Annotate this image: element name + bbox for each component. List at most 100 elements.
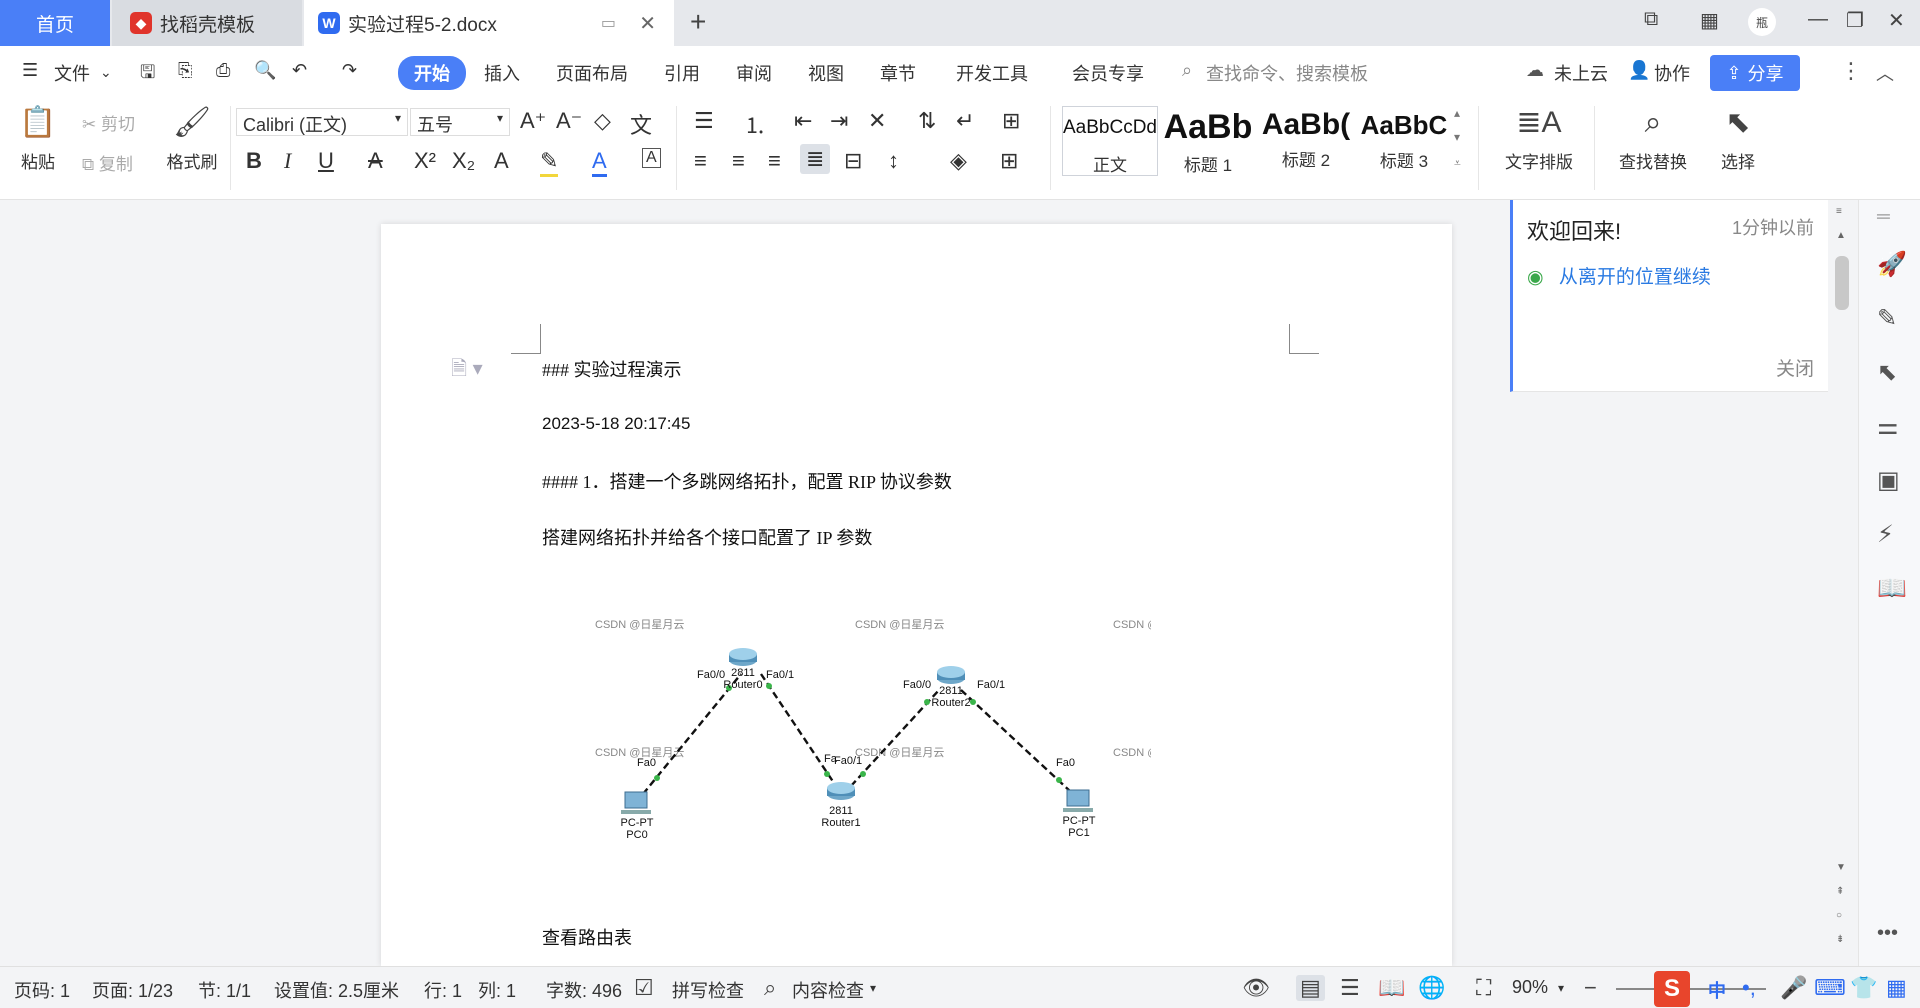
more-icon[interactable]: ••• bbox=[1877, 922, 1898, 945]
tab-insert[interactable]: 插入 bbox=[484, 60, 520, 86]
increase-indent-icon[interactable]: ⇥ bbox=[830, 108, 848, 134]
format-painter-button[interactable]: 🖌 格式刷 bbox=[160, 106, 224, 173]
style-heading-2[interactable]: AaBb( 标题 2 bbox=[1258, 106, 1354, 176]
close-tab-icon[interactable]: ✕ bbox=[639, 11, 656, 36]
select-button[interactable]: ⬉ 选择 bbox=[1708, 106, 1768, 173]
pen-icon[interactable]: ✎ bbox=[1877, 304, 1897, 333]
pointer-icon[interactable]: ⬉ bbox=[1877, 358, 1897, 387]
collab-button[interactable]: 协作 bbox=[1654, 60, 1690, 86]
style-expand-icon[interactable]: ⩡ bbox=[1454, 156, 1461, 171]
strikethrough-icon[interactable]: A bbox=[368, 148, 383, 174]
minimize-icon[interactable]: — bbox=[1808, 8, 1828, 31]
tab-templates[interactable]: ◆ 找稻壳模板 bbox=[112, 0, 302, 46]
status-word-count[interactable]: 字数: 496 bbox=[546, 977, 622, 1003]
hamburger-icon[interactable]: ☰ bbox=[22, 60, 38, 81]
underline-icon[interactable]: U bbox=[318, 148, 334, 174]
grid-apps-icon[interactable]: ▦ bbox=[1700, 8, 1719, 33]
doc-date[interactable]: 2023-5-18 20:17:45 bbox=[542, 414, 690, 434]
scroll-up-icon[interactable]: ▲ bbox=[1836, 230, 1846, 241]
tab-developer[interactable]: 开发工具 bbox=[956, 60, 1028, 86]
show-marks-icon[interactable]: ↵ bbox=[956, 108, 974, 134]
sort-icon[interactable]: ⇅ bbox=[918, 108, 936, 134]
zoom-out-icon[interactable]: − bbox=[1584, 975, 1597, 1001]
superscript-icon[interactable]: X² bbox=[414, 148, 436, 174]
style-heading-3[interactable]: AaBbC 标题 3 bbox=[1356, 106, 1452, 176]
rocket-icon[interactable]: 🚀 bbox=[1877, 250, 1907, 279]
scrollbar-thumb[interactable] bbox=[1835, 256, 1849, 310]
style-normal[interactable]: AaBbCcDd 正文 bbox=[1062, 106, 1158, 176]
doc-paragraph[interactable]: 查看路由表 bbox=[542, 924, 632, 950]
next-page-icon[interactable]: ⇟ bbox=[1836, 934, 1844, 945]
doc-paragraph[interactable]: 搭建网络拓扑并给各个接口配置了 IP 参数 bbox=[542, 524, 872, 550]
share-button[interactable]: ⇪ 分享 bbox=[1710, 55, 1800, 91]
ime-punct-icon[interactable]: •, bbox=[1742, 975, 1756, 1001]
line-spacing-icon[interactable]: ↕ bbox=[888, 148, 899, 174]
highlight-icon[interactable]: ✎ bbox=[540, 148, 559, 177]
eye-protect-icon[interactable]: 👁 bbox=[1242, 975, 1270, 1001]
text-effect-icon[interactable]: A bbox=[494, 148, 509, 174]
scroll-down-icon[interactable]: ▼ bbox=[1836, 862, 1846, 873]
bold-icon[interactable]: B bbox=[246, 148, 262, 174]
tab-document[interactable]: W 实验过程5-2.docx ▭ ✕ bbox=[304, 0, 674, 46]
more-options-icon[interactable]: ⋮ bbox=[1840, 58, 1862, 84]
doc-heading[interactable]: ### 实验过程演示 bbox=[542, 356, 682, 382]
tab-view[interactable]: 视图 bbox=[808, 60, 844, 86]
chevron-down-icon[interactable]: ▾ bbox=[1558, 981, 1564, 995]
ime-skin-icon[interactable]: 👕 bbox=[1850, 975, 1877, 1001]
export-pdf-icon[interactable]: ⎘ bbox=[178, 60, 192, 81]
clear-format-icon[interactable]: ◇ bbox=[594, 108, 611, 134]
align-left-icon[interactable]: ≡ bbox=[694, 148, 707, 174]
status-page[interactable]: 页面: 1/23 bbox=[92, 977, 173, 1003]
close-window-icon[interactable]: ✕ bbox=[1888, 8, 1905, 33]
restore-icon[interactable]: ❐ bbox=[1846, 8, 1864, 33]
lightning-icon[interactable]: ⚡ bbox=[1877, 520, 1894, 549]
vertical-scrollbar[interactable]: ≡ ▲ ▼ ⇞ ○ ⇟ bbox=[1832, 200, 1852, 966]
shrink-font-icon[interactable]: A⁻ bbox=[556, 108, 582, 134]
ime-keyboard-icon[interactable]: ⌨ bbox=[1814, 975, 1846, 1001]
char-border-icon[interactable]: A bbox=[642, 148, 661, 168]
tab-review[interactable]: 审阅 bbox=[736, 60, 772, 86]
tab-member[interactable]: 会员专享 bbox=[1072, 60, 1144, 86]
print-icon[interactable]: ⎙ bbox=[216, 60, 230, 81]
style-scroll-down-icon[interactable]: ▾ bbox=[1454, 130, 1460, 144]
numbered-list-icon[interactable]: ⒈ bbox=[744, 108, 766, 140]
ime-language[interactable]: 中 bbox=[1708, 977, 1726, 1003]
select-browse-icon[interactable]: ○ bbox=[1836, 910, 1842, 921]
tab-chapter[interactable]: 章节 bbox=[880, 60, 916, 86]
close-button[interactable]: 关闭 bbox=[1776, 354, 1814, 381]
cut-button[interactable]: ✂ 剪切 bbox=[82, 110, 135, 135]
spell-check-button[interactable]: 拼写检查 bbox=[672, 977, 744, 1003]
document-page[interactable]: 🗎 ▾ ### 实验过程演示 2023-5-18 20:17:45 #### 1… bbox=[381, 224, 1452, 966]
sogou-ime-icon[interactable]: S bbox=[1654, 971, 1690, 1007]
style-heading-1[interactable]: AaBb 标题 1 bbox=[1160, 106, 1256, 176]
image-edit-icon[interactable]: ▣ bbox=[1877, 466, 1900, 495]
outline-view-icon[interactable]: ☰ bbox=[1340, 975, 1360, 1001]
find-replace-button[interactable]: ⌕ 查找替换 bbox=[1608, 106, 1698, 173]
collapse-ribbon-icon[interactable]: ︿ bbox=[1876, 60, 1894, 86]
tab-references[interactable]: 引用 bbox=[664, 60, 700, 86]
tab-page-layout[interactable]: 页面布局 bbox=[556, 60, 628, 86]
book-icon[interactable]: 📖 bbox=[1877, 574, 1907, 603]
reading-view-icon[interactable]: 📖 bbox=[1378, 975, 1405, 1001]
reading-layout-icon[interactable]: ⧉ bbox=[1644, 8, 1658, 31]
command-search-input[interactable]: 查找命令、搜索模板 bbox=[1206, 60, 1368, 86]
align-center-icon[interactable]: ≡ bbox=[732, 148, 745, 174]
redo-icon[interactable]: ↷ bbox=[342, 60, 357, 81]
phonetic-icon[interactable]: 文 bbox=[630, 108, 652, 140]
grow-font-icon[interactable]: A⁺ bbox=[520, 108, 546, 134]
cloud-status[interactable]: 未上云 bbox=[1554, 60, 1608, 86]
fit-page-icon[interactable]: ⛶ bbox=[1476, 975, 1491, 1001]
ime-mic-icon[interactable]: 🎤 bbox=[1780, 975, 1807, 1001]
subscript-icon[interactable]: X₂ bbox=[452, 148, 475, 174]
zoom-level[interactable]: 90% bbox=[1512, 977, 1548, 998]
italic-icon[interactable]: I bbox=[284, 148, 291, 174]
style-scroll-up-icon[interactable]: ▴ bbox=[1454, 106, 1460, 120]
prev-page-icon[interactable]: ⇞ bbox=[1836, 886, 1844, 897]
chevron-down-icon[interactable]: ▾ bbox=[870, 981, 876, 995]
chevron-down-icon[interactable]: ⌄ bbox=[100, 64, 112, 81]
avatar[interactable]: 瓶 bbox=[1748, 8, 1776, 36]
doc-subheading[interactable]: #### 1．搭建一个多跳网络拓扑，配置 RIP 协议参数 bbox=[542, 468, 952, 494]
justify-icon[interactable]: ≣ bbox=[800, 144, 831, 174]
shading-icon[interactable]: ◈ bbox=[950, 148, 967, 174]
ruler-icon[interactable]: ⊞ bbox=[1002, 108, 1020, 134]
